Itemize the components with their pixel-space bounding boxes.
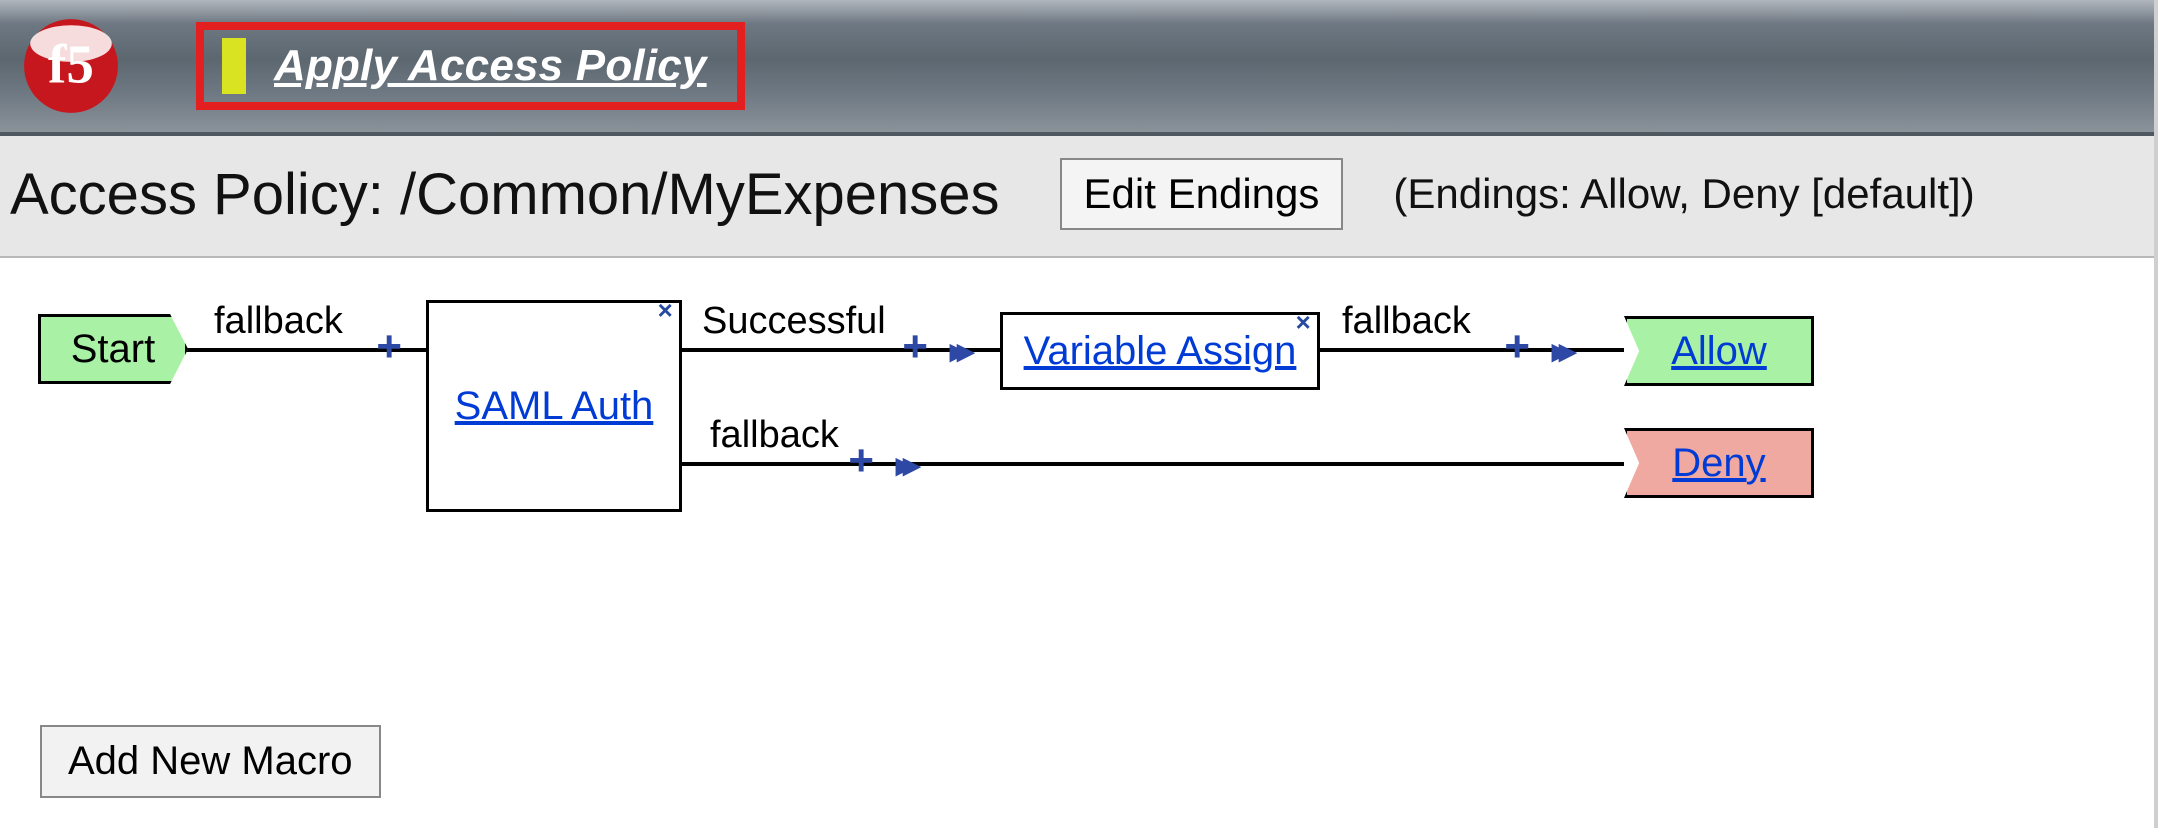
f5-logo-icon: f5 — [20, 15, 122, 117]
flow-arrow-icon: ▸▸ — [1552, 334, 1566, 368]
flow-arrow-icon: ▸▸ — [950, 334, 964, 368]
header-bar: f5 Apply Access Policy — [0, 0, 2158, 136]
title-bar: Access Policy: /Common/MyExpenses Edit E… — [0, 136, 2158, 258]
deny-ending[interactable]: Deny — [1624, 428, 1814, 498]
saml-auth-link[interactable]: SAML Auth — [455, 384, 654, 429]
close-icon[interactable]: × — [1295, 309, 1311, 339]
page-title: Access Policy: /Common/MyExpenses — [10, 161, 1000, 228]
variable-assign-link[interactable]: Variable Assign — [1024, 329, 1297, 374]
close-icon[interactable]: × — [657, 297, 673, 327]
edge-label-saml-successful: Successful — [698, 300, 890, 343]
edge-line — [682, 462, 1624, 466]
apply-access-policy-link[interactable]: Apply Access Policy — [274, 41, 707, 91]
start-label: Start — [71, 327, 155, 372]
endings-summary: (Endings: Allow, Deny [default]) — [1393, 170, 1974, 218]
edge-label-start-fallback: fallback — [210, 300, 347, 343]
add-node-plus[interactable]: + — [1504, 328, 1530, 372]
variable-assign-node[interactable]: × Variable Assign — [1000, 312, 1320, 390]
add-node-plus[interactable]: + — [376, 328, 402, 372]
apply-access-policy-highlight: Apply Access Policy — [196, 22, 745, 110]
scrollbar-edge — [2154, 0, 2158, 828]
f5-logo: f5 — [16, 11, 126, 121]
edit-endings-button[interactable]: Edit Endings — [1060, 158, 1344, 230]
add-new-macro-button[interactable]: Add New Macro — [40, 725, 381, 798]
flow-arrow-icon: ▸▸ — [896, 448, 910, 482]
allow-link[interactable]: Allow — [1671, 329, 1767, 374]
saml-auth-node[interactable]: × SAML Auth — [426, 300, 682, 512]
svg-text:f5: f5 — [48, 33, 94, 94]
edge-line — [1320, 348, 1624, 352]
add-node-plus[interactable]: + — [902, 328, 928, 372]
edge-label-var-fallback: fallback — [1338, 300, 1475, 343]
allow-ending[interactable]: Allow — [1624, 316, 1814, 386]
apply-flag-icon — [222, 38, 246, 94]
policy-diagram: Start fallback + × SAML Auth Successful … — [0, 258, 2158, 728]
start-node: Start — [38, 314, 188, 384]
add-node-plus[interactable]: + — [848, 442, 874, 486]
deny-link[interactable]: Deny — [1672, 441, 1765, 486]
edge-label-saml-fallback: fallback — [706, 414, 843, 457]
